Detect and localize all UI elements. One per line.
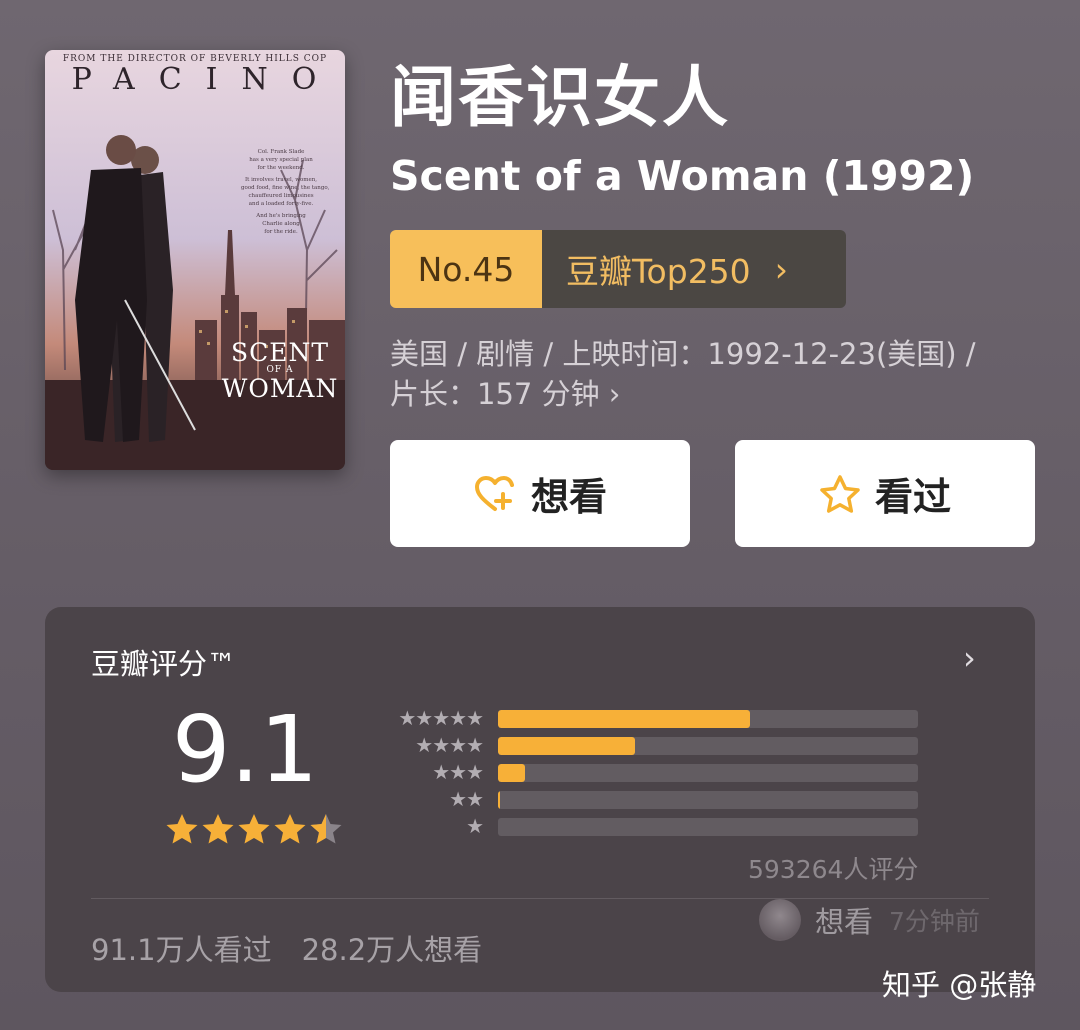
movie-title-en: Scent of a Woman (1992) xyxy=(390,152,975,200)
rating-score: 9.1 xyxy=(171,696,319,803)
douban-rating-card[interactable]: 豆瓣评分™ › 9.1 ★★★★★ ★★★★ ★★★ ★★ ★ 593264人评… xyxy=(45,607,1035,992)
star-full-icon xyxy=(202,814,234,844)
three-star-icon: ★★★ xyxy=(432,760,484,784)
star-full-icon xyxy=(274,814,306,844)
rank-list-label: 豆瓣Top250 xyxy=(566,252,751,291)
want-to-watch-label: 想看 xyxy=(530,475,607,519)
movie-poster[interactable]: FROM THE DIRECTOR OF BEVERLY HILLS COP P… xyxy=(45,50,345,470)
meta-line-country-genre-date: 美国 / 剧情 / 上映时间：1992-12-23(美国) / xyxy=(390,337,976,371)
distribution-bar-2 xyxy=(498,791,501,809)
distribution-bar-track xyxy=(498,791,918,809)
five-star-icon: ★★★★★ xyxy=(398,706,484,730)
rating-count: 593264人评分 xyxy=(748,855,919,884)
recent-activity-ticker: 想看 7分钟前 xyxy=(759,899,980,941)
avatar xyxy=(759,899,801,941)
zhihu-watermark: 知乎 @张静 xyxy=(882,968,1037,1002)
poster-star-name: PACINO xyxy=(71,62,341,97)
distribution-bar-track xyxy=(498,764,918,782)
distribution-bar-5 xyxy=(498,710,750,728)
star-full-icon xyxy=(166,814,198,844)
chevron-right-icon[interactable]: › xyxy=(963,639,976,677)
want-to-watch-button[interactable]: 想看 xyxy=(390,440,690,547)
ticker-time: 7分钟前 xyxy=(889,907,980,936)
watched-label: 看过 xyxy=(874,475,951,519)
watched-count: 91.1万人看过 xyxy=(91,933,272,967)
poster-title-logo: SCENT OF A WOMAN xyxy=(221,338,339,403)
ticker-action: 想看 xyxy=(815,905,874,939)
star-half-icon xyxy=(310,814,342,844)
star-outline-icon xyxy=(820,474,860,513)
star-full-icon xyxy=(238,814,270,844)
poster-artwork xyxy=(45,50,345,470)
rank-list-name: 豆瓣Top250 › xyxy=(542,230,846,308)
rank-number: No.45 xyxy=(390,230,542,308)
meta-line-runtime: 片长：157 分钟 › xyxy=(390,377,621,411)
one-star-icon: ★ xyxy=(466,814,484,838)
distribution-bar-track xyxy=(498,818,918,836)
distribution-bar-4 xyxy=(498,737,635,755)
four-star-icon: ★★★★ xyxy=(415,733,484,757)
score-stars xyxy=(165,813,343,845)
heart-plus-icon xyxy=(474,475,514,511)
poster-tagline: Col. Frank Slade has a very special plan… xyxy=(241,149,330,235)
rating-card-title: 豆瓣评分™ xyxy=(91,647,237,681)
distribution-bar-track xyxy=(498,737,918,755)
movie-title-cn: 闻香识女人 xyxy=(390,59,730,136)
top250-rank-badge[interactable]: No.45 豆瓣Top250 › xyxy=(390,230,846,308)
movie-meta[interactable]: 美国 / 剧情 / 上映时间：1992-12-23(美国) / 片长：157 分… xyxy=(390,334,1050,414)
distribution-bar-3 xyxy=(498,764,526,782)
distribution-bar-track xyxy=(498,710,918,728)
wanted-count: 28.2万人想看 xyxy=(301,933,483,967)
watch-stats: 91.1万人看过 28.2万人想看 xyxy=(91,927,482,969)
chevron-right-icon: › xyxy=(774,249,788,289)
two-star-icon: ★★ xyxy=(449,787,484,811)
watched-button[interactable]: 看过 xyxy=(735,440,1035,547)
